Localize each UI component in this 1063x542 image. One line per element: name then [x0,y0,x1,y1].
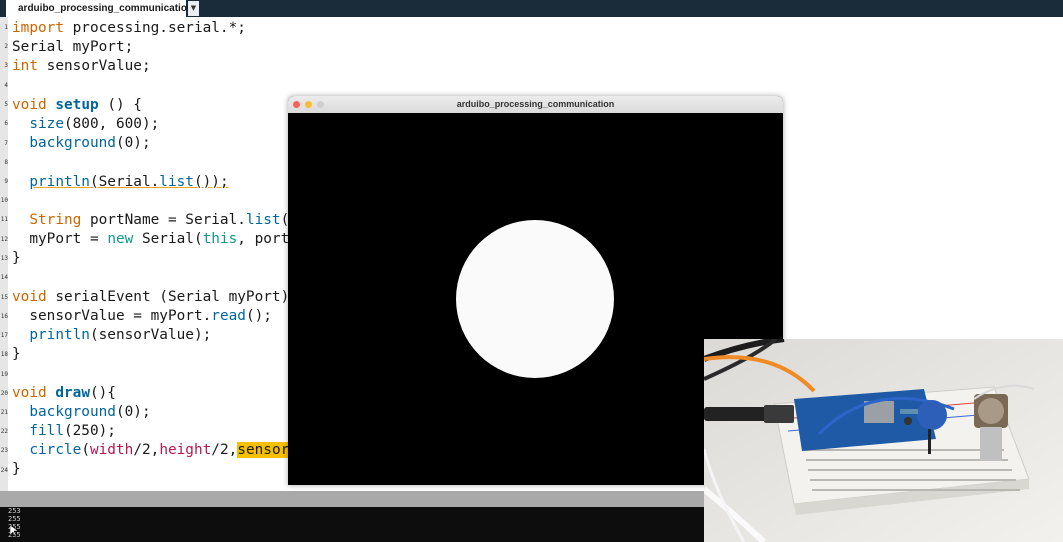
code-line: } [12,250,21,266]
line-number: 2 [4,43,8,50]
code-line: circle(width/2,height/2,sensor [29,442,290,458]
code-line: size(800, 600); [29,116,160,132]
code-line: Serial myPort; [12,39,134,55]
line-number: 24 [0,467,8,474]
line-number: 1 [4,24,8,31]
sketch-titlebar[interactable]: arduibo_processing_communication [288,96,783,114]
code-line: String portName = Serial.list( [29,212,290,228]
line-number: 18 [0,351,8,358]
code-line: background(0); [29,135,151,151]
line-number: 13 [0,255,8,262]
line-number: 17 [0,332,8,339]
line-number: 3 [4,62,8,69]
code-line: println(Serial.list()); [29,174,229,190]
line-number: 14 [0,274,8,281]
line-number: 6 [4,120,8,127]
line-number: 23 [0,447,8,454]
code-line: myPort = new Serial(this, port [12,231,290,247]
tab-bar: arduibo_processing_communication ▼ [0,0,1063,17]
line-number: 9 [4,178,8,185]
console-line: 255 [8,515,21,523]
drawn-circle [456,220,614,378]
code-line: int sensorValue; [12,58,151,74]
line-number: 22 [0,428,8,435]
console-line: 253 [8,507,21,515]
webcam-overlay [704,339,1063,542]
sketch-window-title: arduibo_processing_communication [456,99,615,109]
tab-sketch[interactable]: arduibo_processing_communication [6,0,193,17]
code-line: println(sensorValue); [29,327,212,343]
line-number: 20 [0,390,8,397]
arduino-breadboard-photo [704,339,1063,542]
code-line: void draw(){ [12,385,116,401]
line-number: 21 [0,409,8,416]
line-number: 10 [0,197,8,204]
code-line: import processing.serial.*; [12,20,246,36]
line-number: 8 [4,159,8,166]
line-number: 12 [0,236,8,243]
line-number: 16 [0,313,8,320]
line-number: 15 [0,294,8,301]
code-line: fill(250); [29,423,116,439]
tab-menu-dropdown-icon[interactable]: ▼ [188,1,199,16]
mouse-cursor-icon [10,525,18,537]
line-number: 19 [0,371,8,378]
code-line: void serialEvent (Serial myPort) [12,289,290,305]
line-number: 5 [4,101,8,108]
line-number: 4 [4,82,8,89]
code-line: } [12,346,21,362]
code-line: } [12,461,21,477]
code-line: void setup () { [12,97,142,113]
line-number: 11 [0,216,8,223]
code-line: sensorValue = myPort.read(); [12,308,272,324]
line-number: 7 [4,140,8,147]
code-line: background(0); [29,404,151,420]
